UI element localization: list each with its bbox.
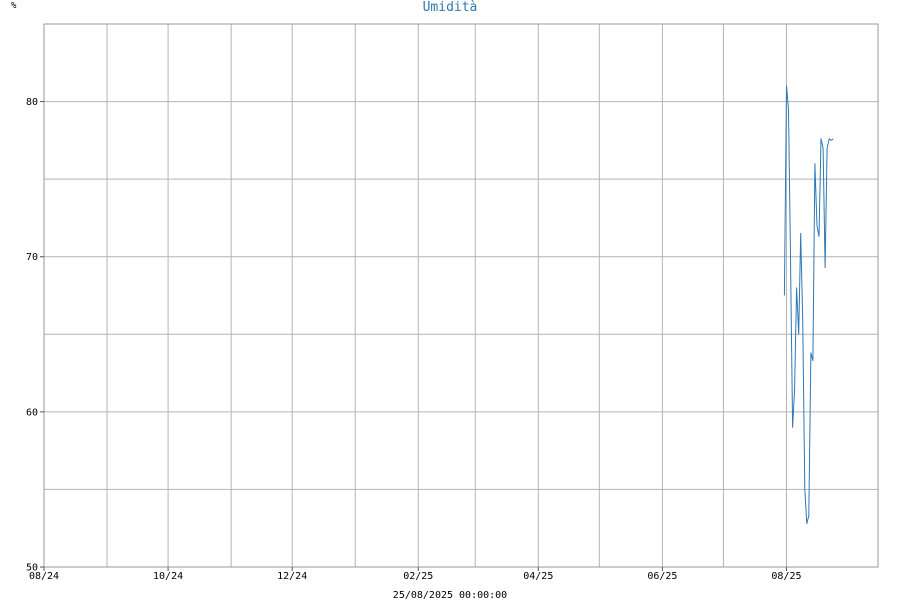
y-unit-label: %: [11, 1, 17, 11]
y-axis-ticks: 50607080: [26, 97, 44, 574]
x-tick-label: 06/25: [647, 571, 677, 582]
timestamp-footer: 25/08/2025 00:00:00: [393, 590, 507, 600]
y-tick-label: 80: [26, 97, 38, 108]
x-tick-label: 12/24: [277, 571, 307, 582]
x-tick-label: 02/25: [403, 571, 433, 582]
y-tick-label: 60: [26, 407, 38, 418]
humidity-series-line: [783, 85, 834, 525]
plot-area-border: [43, 23, 879, 568]
x-tick-label: 04/25: [523, 571, 553, 582]
y-tick-label: 70: [26, 252, 38, 263]
humidity-chart: % Umidità 50607080 08/24 10/24 12/24 02/25 0…: [11, 0, 879, 600]
x-tick-label: 08/25: [771, 571, 801, 582]
x-tick-label: 10/24: [153, 571, 183, 582]
x-axis-ticks: 08/24 10/24 12/24 02/25 04/25 06/25 08/25: [29, 567, 802, 582]
chart-title: Umidità: [423, 0, 478, 15]
grid: [43, 24, 878, 568]
series-layer: [783, 85, 834, 525]
x-tick-label: 08/24: [29, 571, 59, 582]
